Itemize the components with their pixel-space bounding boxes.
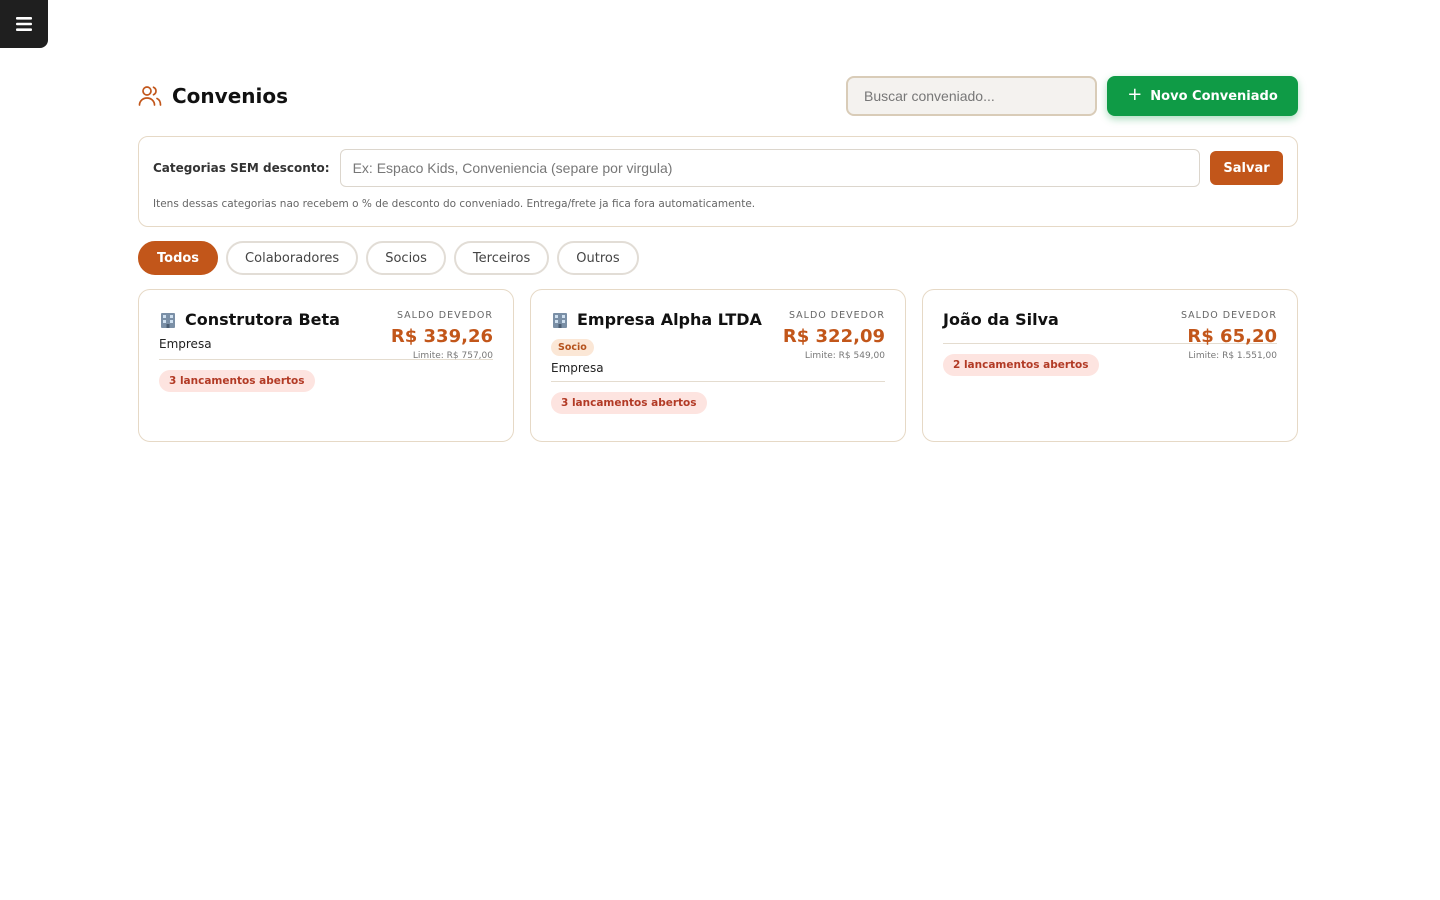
conveniado-card[interactable]: João da Silva 2 lancamentos abertos SALD…	[922, 289, 1298, 442]
hamburger-menu-icon	[16, 17, 32, 31]
card-type: Empresa	[551, 361, 604, 375]
categories-label: Categorias SEM desconto:	[153, 161, 330, 175]
categories-input[interactable]	[339, 149, 1200, 187]
card-name: João da Silva	[943, 310, 1059, 329]
main-content: Convenios + Novo Conveniado Categorias S…	[138, 76, 1298, 442]
lancamentos-badge: 3 lancamentos abertos	[551, 392, 707, 414]
saldo-label: SALDO DEVEDOR	[1180, 310, 1277, 321]
card-name: Construtora Beta	[185, 310, 340, 329]
socio-badge: Socio	[551, 339, 594, 356]
conveniado-cards: Construtora Beta Empresa SALDO DEVEDOR R…	[138, 289, 1298, 442]
card-bottom: 3 lancamentos abertos	[551, 392, 885, 414]
card-balance: SALDO DEVEDOR R$ 322,09 Limite: R$ 549,0…	[783, 310, 885, 375]
card-top: João da Silva 2 lancamentos abertos SALD…	[943, 310, 1277, 376]
tab-todos[interactable]: Todos	[138, 241, 219, 275]
saldo-value: R$ 322,09	[782, 326, 885, 347]
card-balance: SALDO DEVEDOR R$ 339,26 Limite: R$ 757,0…	[391, 310, 493, 361]
card-top: Empresa Alpha LTDA Socio Empresa SALDO D…	[551, 310, 885, 375]
tab-colaboradores[interactable]: Colaboradores	[226, 241, 359, 275]
building-icon	[553, 312, 567, 328]
search-input[interactable]	[846, 76, 1097, 116]
conveniado-card[interactable]: Construtora Beta Empresa SALDO DEVEDOR R…	[138, 289, 514, 442]
card-type: Empresa	[159, 337, 212, 351]
tab-terceiros[interactable]: Terceiros	[453, 241, 550, 275]
tab-outros[interactable]: Outros	[557, 241, 639, 275]
card-info: Construtora Beta Empresa	[159, 310, 391, 361]
saldo-value: R$ 65,20	[1187, 326, 1277, 347]
page-header: Convenios + Novo Conveniado	[138, 76, 1298, 116]
limite-text: Limite: R$ 757,00	[412, 351, 493, 361]
tab-socios[interactable]: Socios	[366, 241, 446, 275]
conveniado-card[interactable]: Empresa Alpha LTDA Socio Empresa SALDO D…	[530, 289, 906, 442]
new-conveniado-label: Novo Conveniado	[1150, 88, 1278, 104]
lancamentos-badge: 3 lancamentos abertos	[159, 370, 315, 392]
new-conveniado-button[interactable]: + Novo Conveniado	[1107, 76, 1298, 116]
menu-toggle-button[interactable]	[0, 0, 48, 48]
limite-text: Limite: R$ 1.551,00	[1188, 351, 1277, 361]
lancamentos-badge: 2 lancamentos abertos	[943, 354, 1099, 376]
plus-icon: +	[1127, 84, 1143, 105]
page-title: Convenios	[172, 84, 288, 108]
card-name-row: Empresa Alpha LTDA	[551, 310, 783, 329]
limite-text: Limite: R$ 549,00	[804, 351, 885, 361]
categories-panel: Categorias SEM desconto: Salvar Itens de…	[138, 136, 1298, 227]
card-bottom: 3 lancamentos abertos	[159, 370, 493, 392]
saldo-label: SALDO DEVEDOR	[396, 310, 493, 321]
card-info: Empresa Alpha LTDA Socio Empresa	[551, 310, 783, 375]
card-top: Construtora Beta Empresa SALDO DEVEDOR R…	[159, 310, 493, 361]
card-name-row: Construtora Beta	[159, 310, 391, 329]
saldo-label: SALDO DEVEDOR	[788, 310, 885, 321]
header-actions: + Novo Conveniado	[846, 76, 1298, 116]
saldo-value: R$ 339,26	[390, 326, 493, 347]
card-divider	[551, 381, 885, 382]
building-icon	[161, 312, 175, 328]
card-balance: SALDO DEVEDOR R$ 65,20 Limite: R$ 1.551,…	[1181, 310, 1277, 361]
filter-tabs: Todos Colaboradores Socios Terceiros Out…	[138, 241, 1298, 275]
save-button[interactable]: Salvar	[1210, 151, 1283, 185]
categories-row: Categorias SEM desconto: Salvar	[153, 149, 1283, 187]
card-name: Empresa Alpha LTDA	[577, 310, 762, 329]
users-icon	[138, 86, 162, 106]
title-wrap: Convenios	[138, 84, 288, 108]
categories-help-text: Itens dessas categorias nao recebem o % …	[153, 198, 756, 210]
